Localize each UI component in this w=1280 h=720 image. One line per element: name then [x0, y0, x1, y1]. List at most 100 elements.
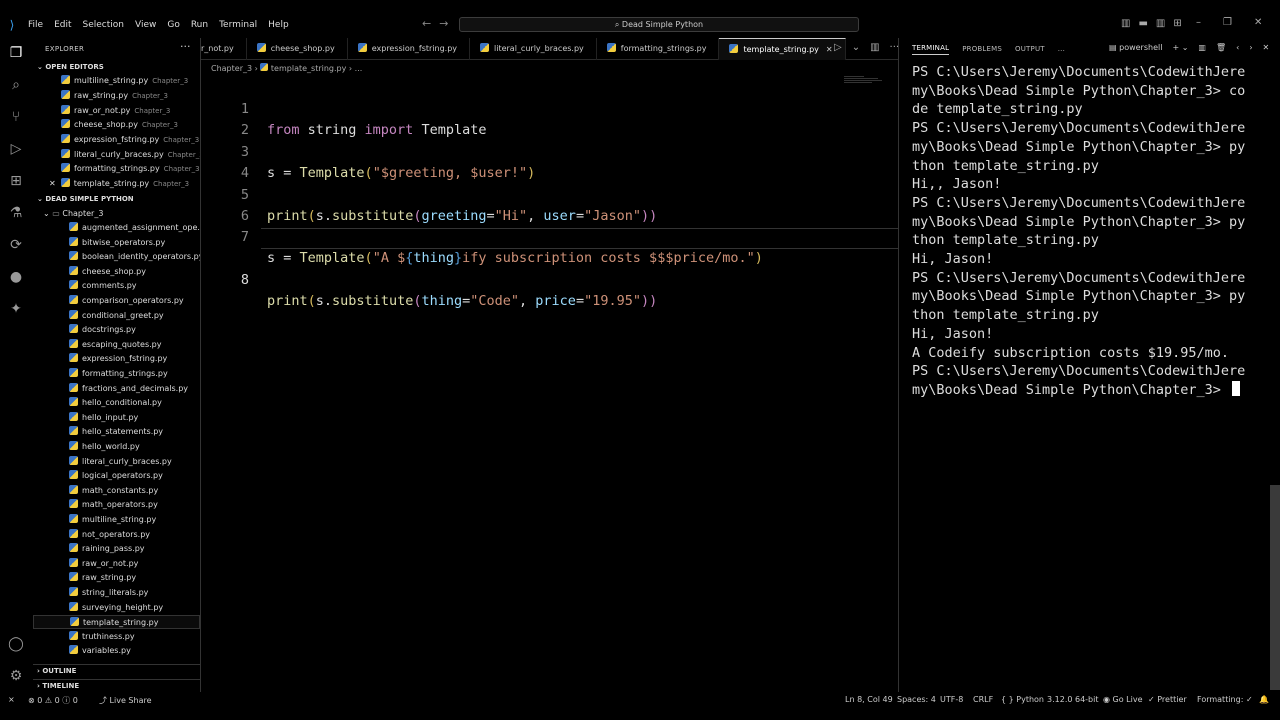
folder-item[interactable]: ⌄ ▭ Chapter_3 [33, 207, 200, 221]
source-control-icon[interactable]: ⑂ [7, 108, 25, 126]
chevron-left-icon[interactable]: ‹ [1236, 43, 1239, 52]
timeline-header[interactable]: › TIMELINE [33, 679, 200, 691]
file-tree-item[interactable]: raw_string.py [33, 571, 200, 585]
close-window-icon[interactable]: ✕ [1254, 17, 1262, 28]
menu-edit[interactable]: Edit [54, 20, 71, 30]
menu-run[interactable]: Run [191, 20, 208, 30]
python-interpreter[interactable]: 3.12.0 64-bit [1047, 695, 1099, 704]
file-tree-item[interactable]: augmented_assignment_ope... [33, 221, 200, 235]
file-tree-item[interactable]: raining_pass.py [33, 542, 200, 556]
explorer-icon[interactable]: ❐ [7, 44, 25, 62]
close-editor-icon[interactable]: ✕ [49, 179, 56, 188]
file-tree-item[interactable]: not_operators.py [33, 528, 200, 542]
open-editor-item[interactable]: cheese_shop.py Chapter_3 [33, 118, 200, 132]
file-tree-item[interactable]: literal_curly_braces.py [33, 455, 200, 469]
file-tree-item[interactable]: hello_statements.py [33, 425, 200, 439]
prettier-status[interactable]: ✓ Prettier [1148, 695, 1187, 704]
file-tree-item[interactable]: hello_input.py [33, 411, 200, 425]
restore-icon[interactable]: ❐ [1223, 17, 1232, 28]
file-tree-item[interactable]: cheese_shop.py [33, 265, 200, 279]
menu-terminal[interactable]: Terminal [219, 20, 257, 30]
menu-selection[interactable]: Selection [83, 20, 124, 30]
file-tree-item[interactable]: math_operators.py [33, 498, 200, 512]
file-tree-item[interactable]: surveying_height.py [33, 601, 200, 615]
menu-help[interactable]: Help [268, 20, 289, 30]
minimize-icon[interactable]: – [1196, 17, 1201, 28]
open-editor-item[interactable]: formatting_strings.py Chapter_3 [33, 162, 200, 176]
file-tree-item[interactable]: math_constants.py [33, 484, 200, 498]
go-live-button[interactable]: ◉ Go Live [1103, 695, 1143, 704]
file-tree-item[interactable]: comparison_operators.py [33, 294, 200, 308]
menu-view[interactable]: View [135, 20, 156, 30]
run-file-icon[interactable]: ▷ [834, 42, 842, 53]
menu-go[interactable]: Go [167, 20, 179, 30]
split-editor-icon[interactable]: ▥ [870, 42, 879, 53]
file-tree-item[interactable]: truthiness.py [33, 630, 200, 644]
file-tree-item[interactable]: bitwise_operators.py [33, 236, 200, 250]
powershell-selector[interactable]: ▤ powershell [1109, 43, 1162, 52]
tab-cheese-shop[interactable]: cheese_shop.py [247, 38, 348, 60]
file-tree-item[interactable]: boolean_identity_operators.py [33, 250, 200, 264]
chevron-right-icon[interactable]: › [1249, 43, 1252, 52]
github-icon[interactable]: ● [7, 268, 25, 286]
file-tree-item[interactable]: multiline_string.py [33, 513, 200, 527]
file-tree-item[interactable]: conditional_greet.py [33, 309, 200, 323]
file-tree-item[interactable]: comments.py [33, 279, 200, 293]
tab-expression-fstring[interactable]: expression_fstring.py [348, 38, 471, 60]
file-tree-item[interactable]: string_literals.py [33, 586, 200, 600]
open-editor-item[interactable]: raw_string.py Chapter_3 [33, 89, 200, 103]
cursor-position[interactable]: Ln 8, Col 49 [845, 695, 893, 704]
tab-terminal[interactable]: TERMINAL [912, 44, 950, 55]
outline-header[interactable]: › OUTLINE [33, 664, 200, 676]
encoding[interactable]: UTF-8 [940, 695, 963, 704]
file-tree-item[interactable]: hello_conditional.py [33, 396, 200, 410]
file-tree-item[interactable]: raw_or_not.py [33, 557, 200, 571]
tab-problems[interactable]: PROBLEMS [962, 45, 1002, 53]
forward-arrow-icon[interactable]: → [439, 17, 456, 30]
terminal-scrollbar[interactable] [1270, 485, 1280, 690]
file-tree-item[interactable]: hello_world.py [33, 440, 200, 454]
extensions-icon[interactable]: ⊞ [7, 172, 25, 190]
file-tree-item[interactable]: docstrings.py [33, 323, 200, 337]
breadcrumb-symbol[interactable]: ... [355, 64, 363, 73]
tab-raw-or-not[interactable]: r_not.py [201, 38, 247, 60]
menu-file[interactable]: File [28, 20, 43, 30]
file-tree-item[interactable]: template_string.py [33, 615, 200, 630]
notifications-icon[interactable]: 🔔 [1259, 695, 1269, 704]
run-debug-icon[interactable]: ▷ [7, 140, 25, 158]
toggle-secondary-sidebar-icon[interactable]: ▥ [1156, 18, 1165, 29]
tab-output[interactable]: OUTPUT [1015, 45, 1045, 53]
file-tree-item[interactable]: fractions_and_decimals.py [33, 382, 200, 396]
terminal-output[interactable]: PS C:\Users\Jeremy\Documents\CodewithJer… [912, 63, 1274, 400]
toggle-panel-icon[interactable]: ▬ [1138, 18, 1147, 29]
language-mode[interactable]: { } Python [1001, 695, 1044, 704]
chevron-down-icon[interactable]: ⌄ [852, 42, 860, 53]
breadcrumb-file[interactable]: template_string.py [271, 64, 346, 73]
open-editor-item[interactable]: raw_or_not.py Chapter_3 [33, 104, 200, 118]
toggle-sidebar-icon[interactable]: ▥ [1121, 18, 1130, 29]
split-terminal-icon[interactable]: ▥ [1198, 43, 1206, 52]
liveshare-status[interactable]: ⤴ Live Share [99, 695, 152, 706]
close-panel-icon[interactable]: ✕ [1263, 43, 1270, 52]
remote-icon[interactable]: ⨯ [8, 695, 15, 704]
open-editor-item[interactable]: expression_fstring.py Chapter_3 [33, 133, 200, 147]
breadcrumb-folder[interactable]: Chapter_3 [211, 64, 252, 73]
file-tree-item[interactable]: expression_fstring.py [33, 352, 200, 366]
more-actions-icon[interactable]: ··· [180, 40, 191, 53]
open-editors-header[interactable]: ⌄ OPEN EDITORS [37, 61, 104, 73]
open-editor-item-active[interactable]: ✕ template_string.py Chapter_3 [33, 177, 200, 191]
project-header[interactable]: ⌄ DEAD SIMPLE PYTHON [37, 193, 134, 205]
problems-status[interactable]: ⊗ 0 ⚠ 0 ⓘ 0 [28, 695, 78, 706]
testing-icon[interactable]: ⚗ [7, 204, 25, 222]
file-tree-item[interactable]: formatting_strings.py [33, 367, 200, 381]
file-tree-item[interactable]: logical_operators.py [33, 469, 200, 483]
open-editor-item[interactable]: literal_curly_braces.pyChapter_3 [33, 148, 200, 162]
formatting-status[interactable]: Formatting: ✓ [1197, 695, 1253, 704]
search-view-icon[interactable]: ⌕ [7, 76, 25, 94]
close-tab-icon[interactable]: ✕ [826, 45, 833, 54]
back-arrow-icon[interactable]: ← [422, 17, 439, 30]
more-tabs-icon[interactable]: ... [1058, 45, 1065, 53]
customize-layout-icon[interactable]: ⊞ [1173, 18, 1181, 29]
tab-formatting-strings[interactable]: formatting_strings.py [597, 38, 720, 60]
remote-explorer-icon[interactable]: ⟳ [7, 236, 25, 254]
